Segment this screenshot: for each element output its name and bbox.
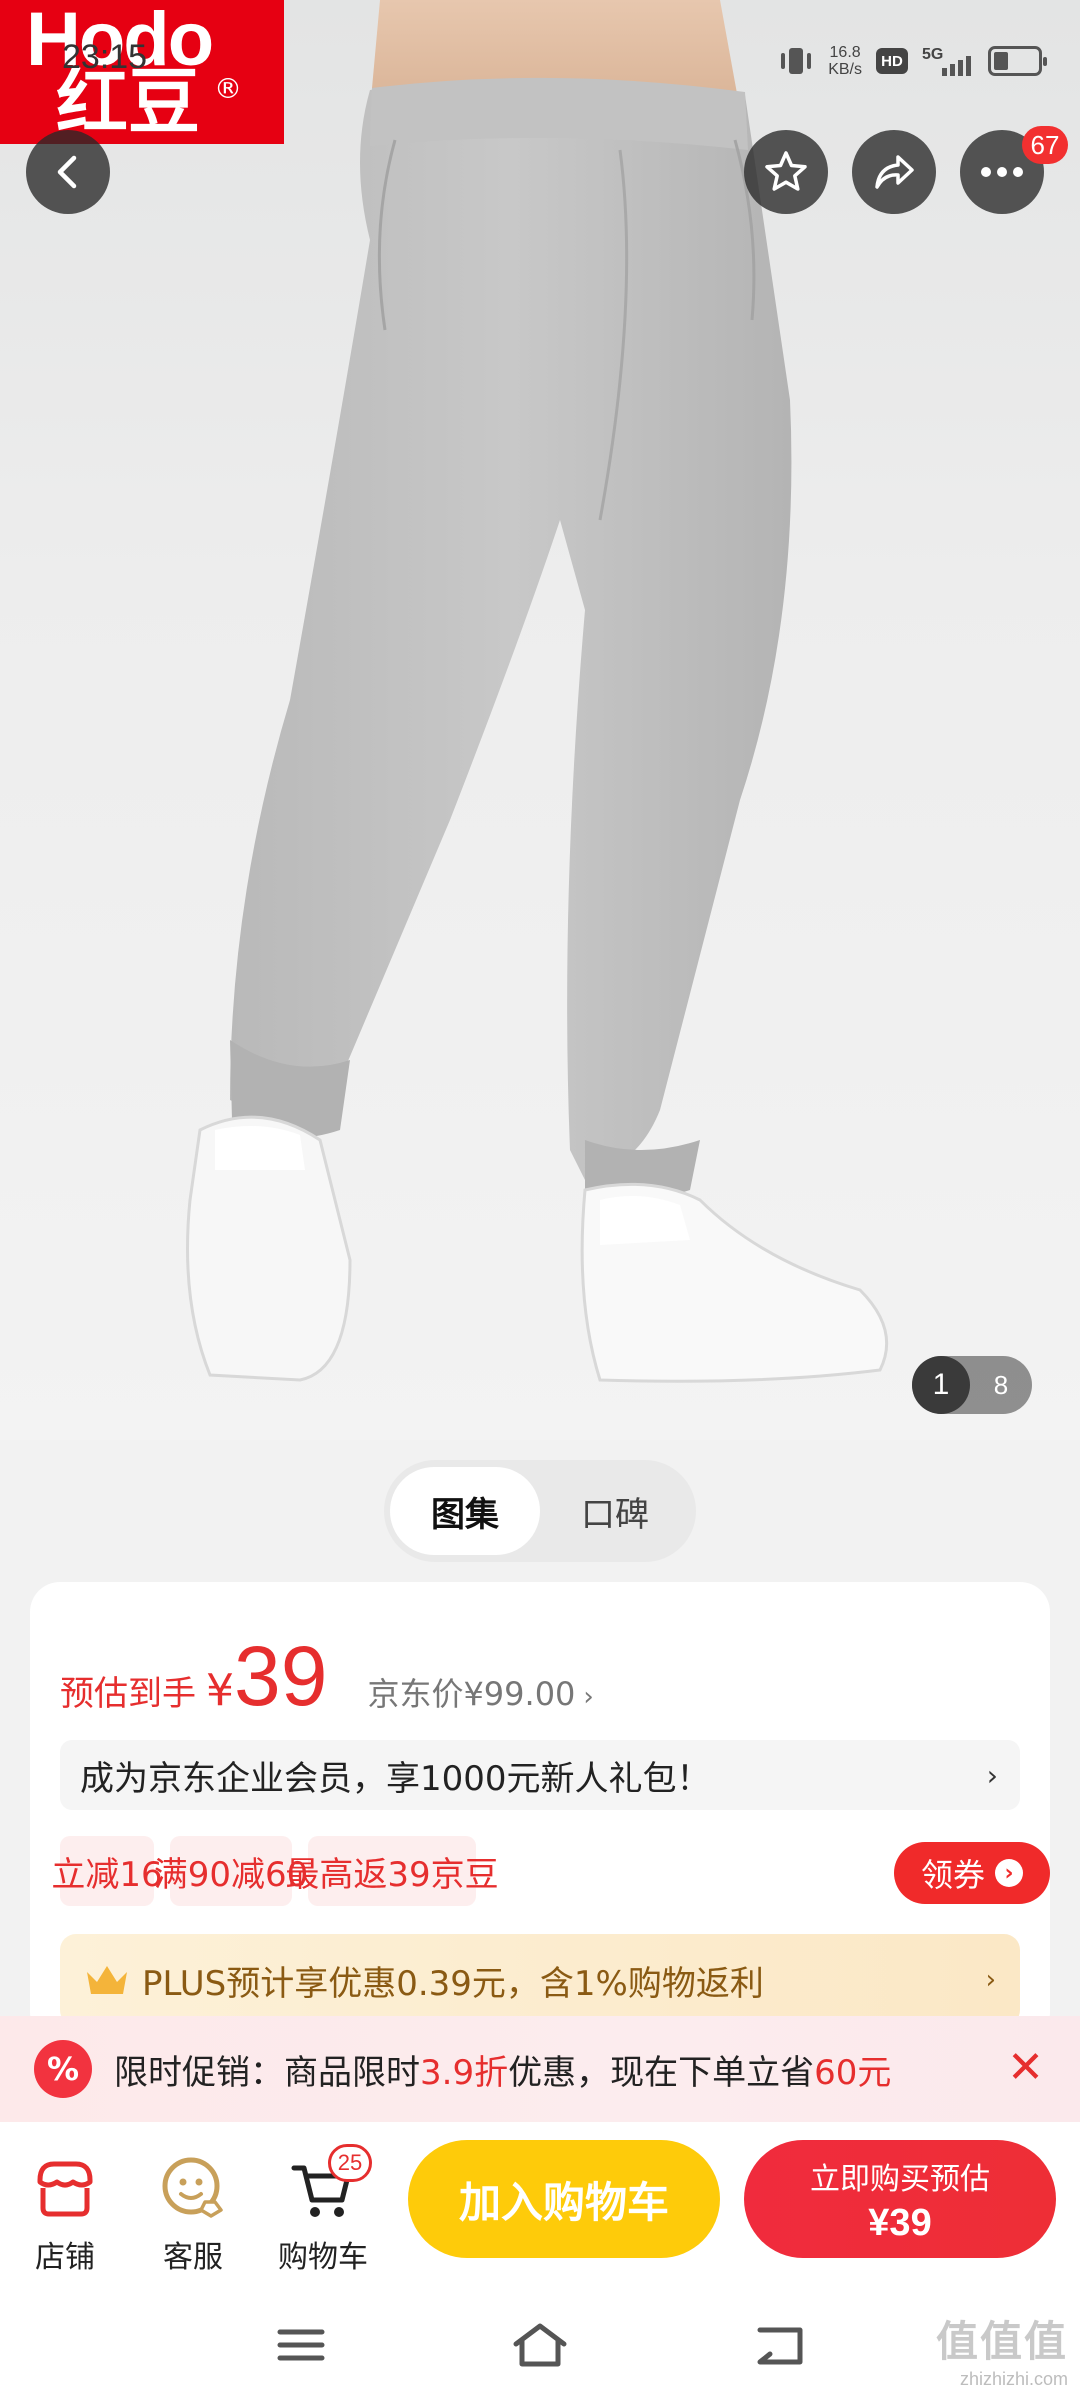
watermark-logo-text: 值值值 — [935, 2317, 1068, 2366]
watermark-url: zhizhizhi.com — [959, 2369, 1068, 2389]
home-icon[interactable] — [510, 2320, 570, 2370]
share-arrow-icon — [875, 155, 914, 189]
share-button[interactable] — [852, 130, 936, 214]
favorite-button[interactable] — [744, 130, 828, 214]
customer-service-label: 客服 — [163, 2240, 223, 2275]
promo-tags: 立减16 满90减60 最高返39京豆 领券 › — [51, 1836, 1050, 1906]
watermark: 值值值 zhizhizhi.com — [936, 2308, 1068, 2390]
menu-icon[interactable] — [276, 2320, 326, 2370]
promo-tag-instant-discount[interactable]: 立减16 — [51, 1836, 163, 1906]
price-row: 预估到手 ¥ 39 京东价¥99.00 › — [60, 1634, 594, 1718]
chevron-left-icon — [57, 155, 77, 189]
jd-price[interactable]: 京东价¥99.00 — [367, 1669, 575, 1715]
vibrate-icon — [781, 48, 812, 74]
status-bar-right: 16.8 KB/s HD 5G — [778, 36, 1047, 86]
price-info-card: 预估到手 ¥ 39 京东价¥99.00 › 成为京东企业会员，享1000元新人礼… — [30, 1582, 1050, 2042]
bottom-action-bar: 店铺 客服 购物车 25 加入购物车 立即购买预估 ¥39 — [0, 2122, 1080, 2292]
cart-count-badge: 25 — [328, 2144, 372, 2182]
media-tab-switch: 图集 口碑 — [384, 1460, 696, 1562]
limited-time-promo-banner[interactable]: % 限时促销：商品限时3.9折优惠，现在下单立省60元 ✕ — [0, 2016, 1080, 2136]
add-to-cart-button[interactable]: 加入购物车 — [408, 2140, 720, 2258]
hd-icon: HD — [876, 48, 908, 74]
promo-text-prefix: 限时促销：商品限时 — [114, 2052, 420, 2093]
close-icon[interactable]: ✕ — [1007, 2044, 1044, 2092]
gallery-current-page: 1 — [912, 1356, 970, 1414]
currency-symbol: ¥ — [206, 1665, 234, 1716]
system-navigation-bar: 值值值 zhizhizhi.com — [0, 2292, 1080, 2400]
promo-tag-jingdou-return[interactable]: 最高返39京豆 — [285, 1836, 499, 1906]
get-coupon-button[interactable]: 领券 › — [894, 1842, 1050, 1904]
product-detail-page: Hodo 红豆 ® 23:15 16.8 KB/s HD 5G 67 1 8 图… — [0, 0, 1080, 2400]
tab-reviews[interactable]: 口碑 — [540, 1467, 690, 1555]
network-speed-unit: KB/s — [828, 61, 862, 78]
brand-logo-registered: ® — [214, 72, 242, 105]
status-time: 23:15 — [62, 38, 148, 76]
shop-button[interactable]: 店铺 — [10, 2138, 120, 2276]
more-dots-icon — [981, 167, 1023, 177]
product-image-gallery[interactable]: Hodo 红豆 ® 23:15 16.8 KB/s HD 5G 67 1 8 — [0, 0, 1080, 1440]
star-icon — [765, 151, 807, 191]
shop-label: 店铺 — [35, 2240, 95, 2275]
jd-price-chevron-icon: › — [583, 1682, 594, 1712]
network-type: 5G — [922, 46, 944, 63]
cart-button[interactable]: 购物车 25 — [268, 2138, 378, 2276]
network-speed: 16.8 KB/s — [828, 44, 862, 78]
member-banner-text: 成为京东企业会员，享1000元新人礼包！ — [80, 1758, 711, 1799]
enterprise-member-banner[interactable]: 成为京东企业会员，享1000元新人礼包！ › — [60, 1740, 1020, 1810]
signal-icon: 5G — [922, 46, 974, 76]
more-notification-badge: 67 — [1022, 126, 1068, 164]
get-coupon-label: 领券 — [920, 1856, 985, 1894]
estimated-price-value: 39 — [234, 1629, 328, 1723]
back-nav-icon[interactable] — [752, 2320, 806, 2370]
promo-text: 限时促销：商品限时3.9折优惠，现在下单立省60元 — [114, 2045, 891, 2094]
plus-member-banner[interactable]: PLUS预计享优惠0.39元，含1%购物返利 › — [60, 1934, 1020, 2026]
promo-text-middle: 优惠，现在下单立省 — [508, 2052, 815, 2093]
cart-label: 购物车 — [278, 2240, 368, 2275]
shop-icon — [37, 2161, 93, 2217]
promo-saving: 60元 — [814, 2052, 892, 2093]
chevron-right-icon: › — [985, 1965, 996, 1995]
buy-now-price: ¥39 — [868, 2201, 932, 2244]
discount-percent-icon: % — [34, 2040, 92, 2098]
product-photo-sweatpants — [186, 0, 889, 1383]
buy-now-button[interactable]: 立即购买预估 ¥39 — [744, 2140, 1056, 2258]
estimated-price-label: 预估到手 — [60, 1674, 196, 1714]
promo-tag-full-reduction[interactable]: 满90减60 — [154, 1836, 308, 1906]
back-button[interactable] — [26, 130, 110, 214]
gallery-total-pages: 8 — [993, 1369, 1009, 1400]
chevron-right-icon: › — [986, 1758, 998, 1792]
chevron-circle-icon: › — [995, 1859, 1023, 1887]
battery-icon — [988, 46, 1047, 76]
plus-banner-text: PLUS预计享优惠0.39元，含1%购物返利 — [142, 1963, 764, 2004]
promo-discount: 3.9折 — [420, 2052, 509, 2093]
network-speed-value: 16.8 — [829, 44, 861, 61]
customer-service-button[interactable]: 客服 — [138, 2138, 248, 2276]
crown-icon — [87, 1966, 127, 1994]
buy-now-label: 立即购买预估 — [810, 2161, 990, 2197]
customer-service-icon — [162, 2157, 223, 2218]
gallery-pager: 1 8 — [912, 1356, 1032, 1414]
tab-gallery[interactable]: 图集 — [390, 1467, 540, 1555]
